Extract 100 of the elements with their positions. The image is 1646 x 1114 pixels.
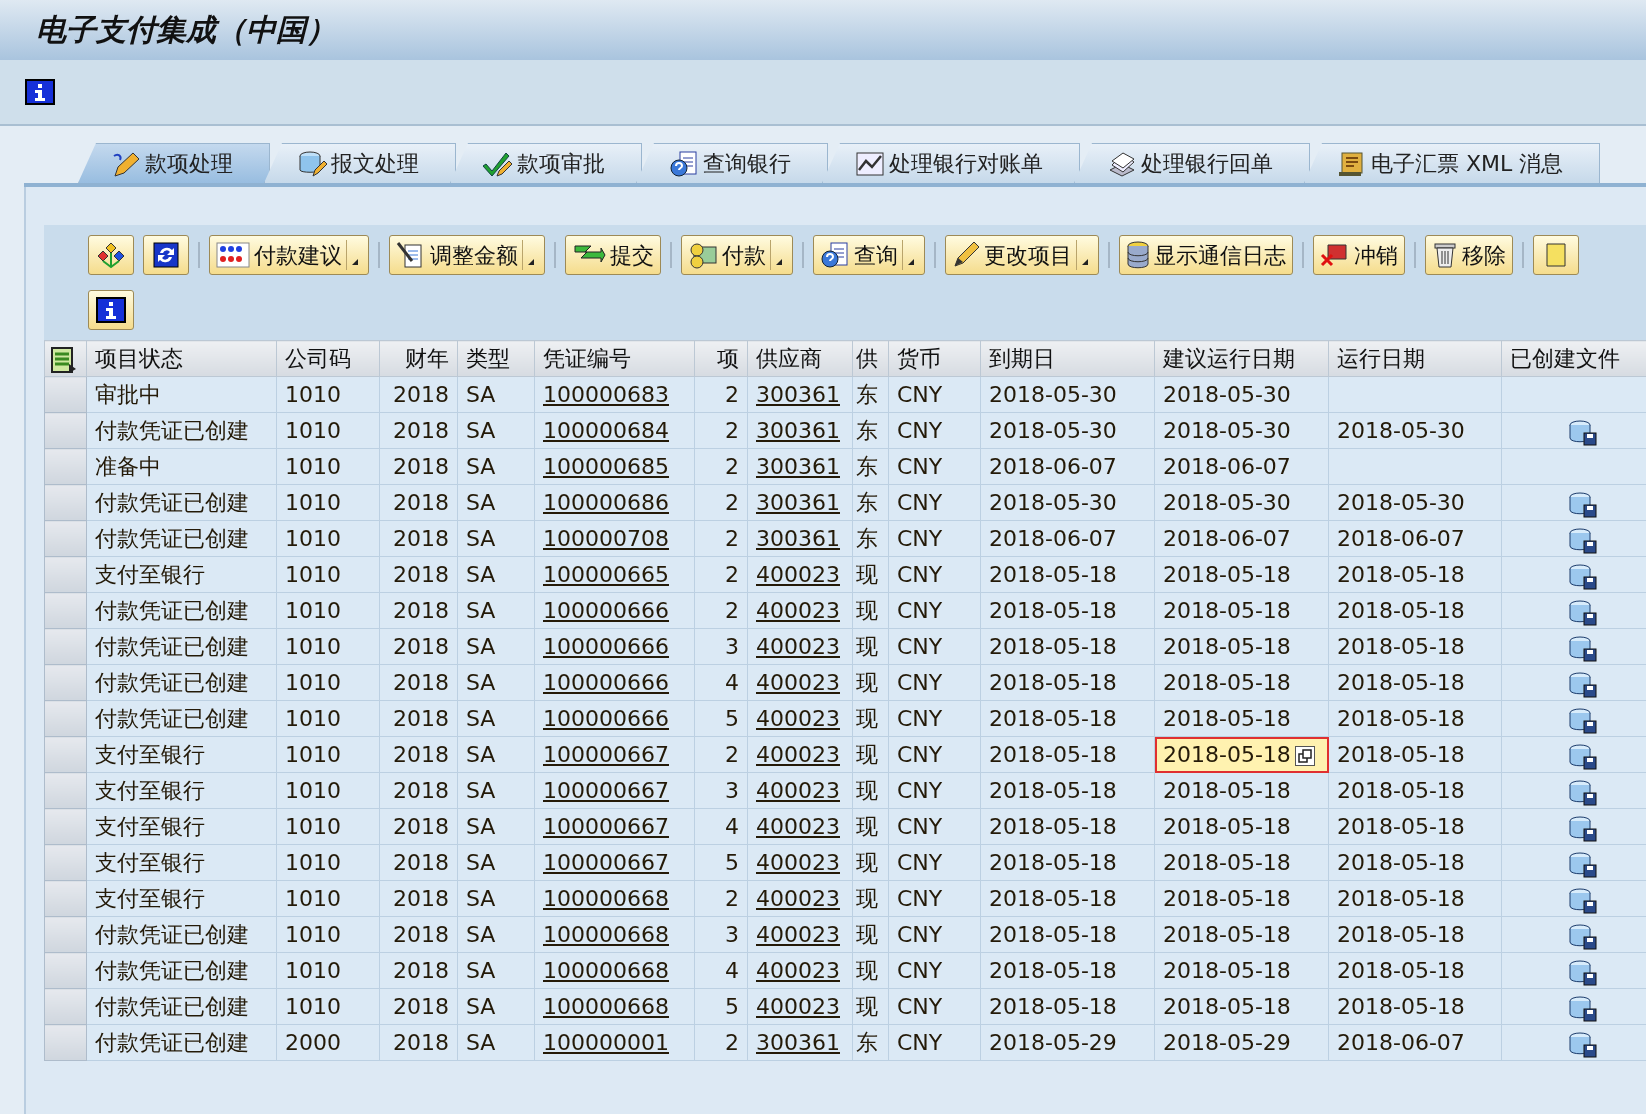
column-header[interactable]: 项目状态 [86,340,277,377]
table-cell: 1010 [276,520,380,557]
table-cell: CNY [888,772,981,809]
column-header[interactable]: 供 [852,340,889,377]
tab[interactable]: 处理银行对账单 [822,143,1080,183]
toolbar-button[interactable]: 查询 [813,235,925,275]
column-header[interactable]: 项 [694,340,748,377]
table-cell: 2018-06-07 [980,448,1155,485]
table-cell: 2018-05-18 [980,844,1155,881]
select-all-button[interactable] [44,340,87,377]
row-selector[interactable] [44,412,87,449]
table-cell: 2018-05-18 [980,664,1155,701]
table-cell: 2 [694,484,748,521]
table-cell: 2018-05-30 [1154,484,1329,521]
table-cell: 2018 [379,844,458,881]
table-cell: SA [457,520,535,557]
row-selector[interactable] [44,520,87,557]
toolbar-button[interactable]: 移除 [1425,235,1513,275]
table-cell: SA [457,664,535,701]
table-cell: CNY [888,952,981,989]
row-selector[interactable] [44,484,87,521]
row-selector[interactable] [44,772,87,809]
toolbar-button[interactable]: 付款建议 [209,235,369,275]
table-cell: 1010 [276,412,380,449]
table-cell: 1010 [276,772,380,809]
toolbar-button[interactable]: 付款 [681,235,793,275]
table-cell: 2 [694,556,748,593]
row-selector[interactable] [44,952,87,989]
row-selector[interactable] [44,448,87,485]
table-cell: 2018 [379,916,458,953]
toolbar-button[interactable]: 冲销 [1313,235,1405,275]
table-cell: 2018-05-18 [1154,844,1329,881]
table-cell: 付款凭证已创建 [86,952,277,989]
table-cell: 付款凭证已创建 [86,484,277,521]
column-header[interactable]: 建议运行日期 [1154,340,1329,377]
table-cell: 2018-05-18 [1154,880,1329,917]
column-header[interactable]: 供应商 [747,340,853,377]
table-cell: 2018-05-18 [980,952,1155,989]
column-header[interactable]: 运行日期 [1328,340,1502,377]
tab[interactable]: 电子汇票 XML 消息 [1304,143,1601,183]
tab[interactable]: 查询银行 [636,143,828,183]
table-cell: SA [457,844,535,881]
table-cell: 2018-05-18 [1154,952,1329,989]
table-cell: 1010 [276,844,380,881]
info-icon [25,79,55,105]
table-cell: SA [457,700,535,737]
table-cell: 2018-05-18 [1328,844,1502,881]
row-selector[interactable] [44,916,87,953]
row-selector[interactable] [44,664,87,701]
table-cell: 2018-05-18 [1328,880,1502,917]
input-field[interactable]: 2018-05-18 [1154,736,1329,773]
row-selector[interactable] [44,1024,87,1061]
info-button[interactable] [24,78,56,106]
table-cell: 2018-05-18 [980,808,1155,845]
row-selector[interactable] [44,808,87,845]
column-header[interactable]: 凭证编号 [534,340,695,377]
row-selector[interactable] [44,700,87,737]
column-header[interactable]: 货币 [888,340,981,377]
table-cell: 2018-05-30 [1154,376,1329,413]
column-header[interactable]: 到期日 [980,340,1155,377]
table-cell: SA [457,628,535,665]
toolbar-button[interactable] [88,235,134,275]
table-cell: 2018-05-18 [1328,988,1502,1025]
table-cell: 2018-05-18 [1328,700,1502,737]
row-selector[interactable] [44,556,87,593]
tab[interactable]: 报文处理 [264,143,456,183]
row-selector[interactable] [44,988,87,1025]
tab[interactable]: 款项处理 [78,143,270,183]
table-cell: CNY [888,844,981,881]
toolbar-button[interactable]: 提交 [565,235,661,275]
table-cell: 4 [694,664,748,701]
row-selector[interactable] [44,844,87,881]
table-cell: 付款凭证已创建 [86,628,277,665]
info-button[interactable] [88,290,134,330]
column-header[interactable]: 公司码 [276,340,380,377]
table-settings-icon [49,346,77,374]
table-cell: 2018 [379,592,458,629]
column-header[interactable]: 已创建文件 [1501,340,1646,377]
row-selector[interactable] [44,880,87,917]
toolbar-button[interactable]: 显示通信日志 [1119,235,1293,275]
column-header[interactable]: 类型 [457,340,535,377]
table-cell: 付款凭证已创建 [86,988,277,1025]
toolbar-button[interactable]: 更改项目 [945,235,1099,275]
table-cell: 2018 [379,952,458,989]
column-header[interactable]: 财年 [379,340,458,377]
table-cell: 2018-05-18 [1154,808,1329,845]
toolbar-button[interactable]: 调整金额 [389,235,545,275]
tab[interactable]: 款项审批 [450,143,642,183]
table-cell: 2018-05-18 [980,988,1155,1025]
table-cell: 2018-05-18 [1328,664,1502,701]
value-help-button[interactable] [1294,746,1315,766]
row-selector[interactable] [44,736,87,773]
table-cell: CNY [888,988,981,1025]
toolbar-button[interactable] [143,235,189,275]
table-cell: 2018-05-29 [1154,1024,1329,1061]
row-selector[interactable] [44,628,87,665]
tab[interactable]: 处理银行回单 [1074,143,1310,183]
table-cell: 5 [694,700,748,737]
table-cell: 2018-05-18 [1328,628,1502,665]
row-selector[interactable] [44,592,87,629]
